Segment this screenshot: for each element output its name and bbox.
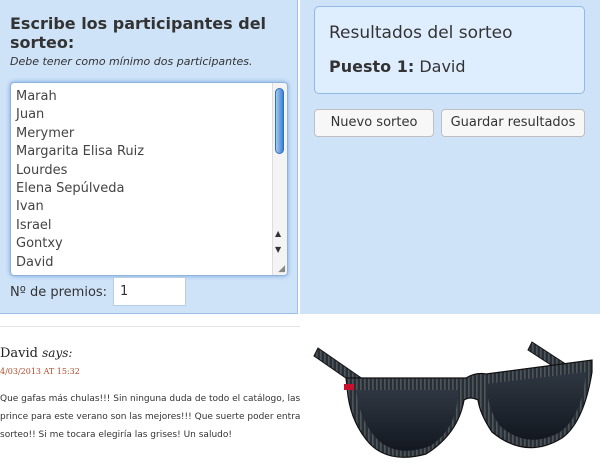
participant-item: Elena Sepúlveda <box>16 181 125 197</box>
comment-line: Que gafas más chulas!!! Sin ninguna duda… <box>0 394 300 404</box>
participants-list: Marah Juan Merymer Margarita Elisa Ruiz … <box>16 88 144 272</box>
comment-date[interactable]: 4/03/2013 AT 15:32 <box>0 367 80 376</box>
participant-item: Juan <box>16 107 45 123</box>
position-label: Puesto 1: <box>329 57 415 76</box>
participant-item: Ivan <box>16 199 44 215</box>
list-scrollbar[interactable]: ▲ ▼ <box>272 83 287 275</box>
participant-item: Merymer <box>16 125 75 141</box>
comment-author: David says: <box>0 346 72 361</box>
comment-block: David says: 4/03/2013 AT 15:32 Que gafas… <box>0 314 300 468</box>
participants-panel: Escribe los participantes del sorteo: De… <box>0 0 298 314</box>
participant-item: Gontxy <box>16 236 63 252</box>
comment-body: Que gafas más chulas!!! Sin ninguna duda… <box>0 390 300 444</box>
winner-name: David <box>419 57 466 76</box>
author-name: David <box>0 346 38 361</box>
results-title: Resultados del sorteo <box>329 23 513 43</box>
results-panel: Resultados del sorteo Puesto 1: David Nu… <box>300 0 600 314</box>
comment-line: sorteo!! Si me tocara elegiría las grise… <box>0 430 232 440</box>
comment-line: prince para este verano son las mejores!… <box>0 412 300 422</box>
scroll-thumb[interactable] <box>275 88 284 154</box>
results-winner-line: Puesto 1: David <box>329 57 466 76</box>
participant-item: Israel <box>16 217 52 233</box>
sunglasses-icon <box>313 341 593 458</box>
results-box: Resultados del sorteo Puesto 1: David <box>314 6 585 94</box>
scroll-up-arrow-icon[interactable]: ▲ <box>275 229 281 238</box>
participant-item: David <box>16 254 54 270</box>
prizes-input[interactable]: 1 <box>113 277 186 306</box>
author-says: says: <box>42 346 73 360</box>
participant-item: Marah <box>16 89 57 104</box>
participant-item: Lourdes <box>16 162 68 178</box>
scroll-down-arrow-icon[interactable]: ▼ <box>275 245 281 254</box>
participants-note: Debe tener como mínimo dos participantes… <box>10 55 253 68</box>
comment-divider <box>0 326 300 327</box>
participants-title: Escribe los participantes del sorteo: <box>10 14 267 52</box>
save-results-button[interactable]: Guardar resultados <box>441 109 585 137</box>
brand-logo-icon <box>344 384 354 390</box>
prizes-label: Nº de premios: <box>10 285 108 300</box>
participant-item: Margarita Elisa Ruiz <box>16 144 145 160</box>
new-draw-button[interactable]: Nuevo sorteo <box>314 109 434 137</box>
resize-grip-icon[interactable]: ◢ <box>278 264 285 274</box>
participants-textarea[interactable]: Marah Juan Merymer Margarita Elisa Ruiz … <box>10 82 288 276</box>
sunglasses-image <box>300 314 600 468</box>
